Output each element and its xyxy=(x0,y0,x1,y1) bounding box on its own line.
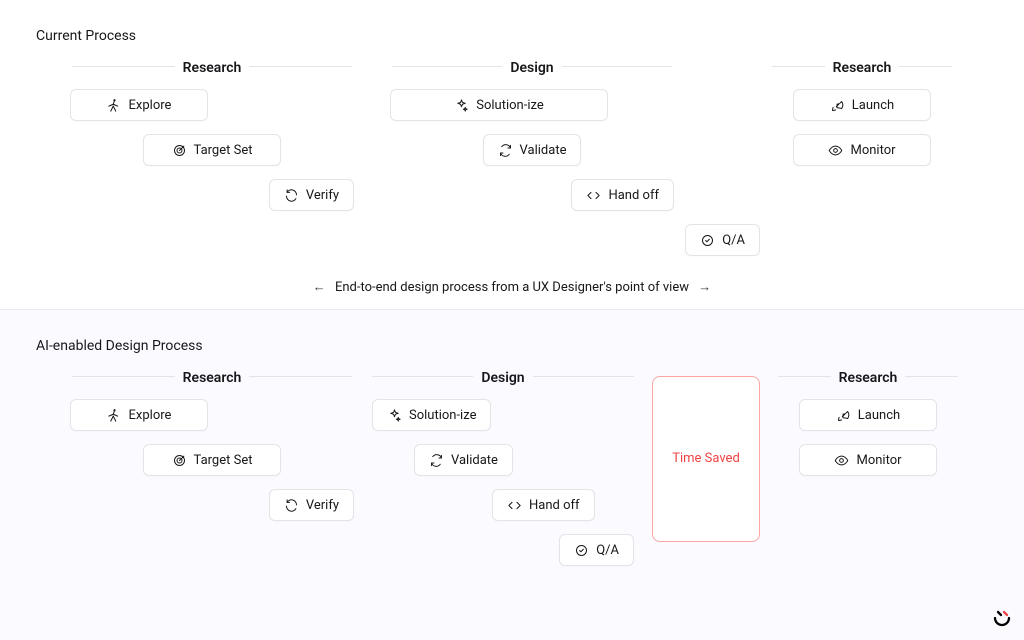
step-explore: Explore xyxy=(70,89,208,121)
columns-row-bottom: Research Explore Target Set Verify Desig xyxy=(70,376,988,566)
step-label: Validate xyxy=(520,143,567,158)
step-qa: Q/A xyxy=(559,534,634,566)
arrow-left-icon: ← xyxy=(313,279,326,295)
steps-list: Explore Target Set Verify xyxy=(70,399,354,521)
refresh-icon xyxy=(284,498,299,513)
column-research-left: Research Explore Target Set Verify xyxy=(70,66,354,211)
step-monitor: Monitor xyxy=(799,444,937,476)
rocket-icon xyxy=(836,408,851,423)
column-heading: Research xyxy=(175,370,250,386)
step-label: Verify xyxy=(306,188,339,203)
step-label: Verify xyxy=(306,498,339,513)
step-label: Hand off xyxy=(529,498,580,513)
sparkle-icon xyxy=(387,408,402,423)
column-heading: Research xyxy=(831,370,906,386)
telescope-icon xyxy=(107,98,122,113)
time-saved-label: Time Saved xyxy=(672,450,740,469)
check-circle-icon xyxy=(574,543,589,558)
steps-list: Solution-ize Validate Hand off Q/A xyxy=(390,89,674,256)
step-target-set: Target Set xyxy=(143,444,281,476)
check-circle-icon xyxy=(700,233,715,248)
step-label: Explore xyxy=(129,98,172,113)
eye-icon xyxy=(828,143,843,158)
step-validate: Validate xyxy=(414,444,513,476)
code-icon xyxy=(507,498,522,513)
step-label: Hand off xyxy=(608,188,659,203)
column-heading: Design xyxy=(502,60,561,76)
step-label: Launch xyxy=(858,408,900,423)
sparkle-icon xyxy=(454,98,469,113)
step-solutionize: Solution-ize xyxy=(372,399,491,431)
code-icon xyxy=(586,188,601,203)
steps-list: Solution-ize Validate Hand off Q/A xyxy=(372,399,634,566)
step-solutionize: Solution-ize xyxy=(390,89,608,121)
columns-row-top: Research Explore Target Set Verify Desig xyxy=(70,66,988,256)
column-heading: Design xyxy=(473,370,532,386)
step-monitor: Monitor xyxy=(793,134,931,166)
column-heading: Research xyxy=(175,60,250,76)
column-design: Design Solution-ize Validate Hand off Q/… xyxy=(390,66,674,256)
steps-list: Launch Monitor xyxy=(778,399,958,476)
step-label: Q/A xyxy=(596,543,619,558)
step-label: Monitor xyxy=(850,143,895,158)
ai-process-panel: AI-enabled Design Process Research Explo… xyxy=(0,310,1024,640)
sync-icon xyxy=(498,143,513,158)
time-saved-callout: Time Saved xyxy=(652,376,760,542)
step-target-set: Target Set xyxy=(143,134,281,166)
steps-list: Launch Monitor xyxy=(772,89,952,166)
target-icon xyxy=(172,143,187,158)
sync-icon xyxy=(429,453,444,468)
column-research-right: Research Launch Monitor xyxy=(772,66,952,166)
eye-icon xyxy=(834,453,849,468)
step-validate: Validate xyxy=(483,134,582,166)
step-launch: Launch xyxy=(799,399,937,431)
column-research-right: Research Launch Monitor xyxy=(778,376,958,476)
step-label: Solution-ize xyxy=(409,408,476,423)
column-research-left: Research Explore Target Set Verify xyxy=(70,376,354,521)
diagram-caption: ← End-to-end design process from a UX De… xyxy=(0,279,1024,295)
rocket-icon xyxy=(830,98,845,113)
step-label: Launch xyxy=(852,98,894,113)
steps-list: Explore Target Set Verify xyxy=(70,89,354,211)
step-label: Validate xyxy=(451,453,498,468)
column-heading: Research xyxy=(825,60,900,76)
step-qa: Q/A xyxy=(685,224,760,256)
step-verify: Verify xyxy=(269,489,354,521)
refresh-icon xyxy=(284,188,299,203)
step-label: Explore xyxy=(129,408,172,423)
arrow-right-icon: → xyxy=(698,279,711,295)
step-verify: Verify xyxy=(269,179,354,211)
step-launch: Launch xyxy=(793,89,931,121)
step-label: Monitor xyxy=(856,453,901,468)
brand-mark-icon xyxy=(990,606,1014,630)
step-label: Q/A xyxy=(722,233,745,248)
caption-text: End-to-end design process from a UX Desi… xyxy=(335,280,689,295)
step-label: Solution-ize xyxy=(476,98,543,113)
current-process-panel: Current Process Research Explore Target … xyxy=(0,0,1024,310)
target-icon xyxy=(172,453,187,468)
step-label: Target Set xyxy=(194,453,253,468)
telescope-icon xyxy=(107,408,122,423)
step-explore: Explore xyxy=(70,399,208,431)
panel-title-ai: AI-enabled Design Process xyxy=(36,338,988,354)
column-design: Design Solution-ize Validate Hand off Q/… xyxy=(372,376,634,566)
panel-title-current: Current Process xyxy=(36,28,988,44)
step-label: Target Set xyxy=(194,143,253,158)
step-handoff: Hand off xyxy=(492,489,595,521)
step-handoff: Hand off xyxy=(571,179,674,211)
